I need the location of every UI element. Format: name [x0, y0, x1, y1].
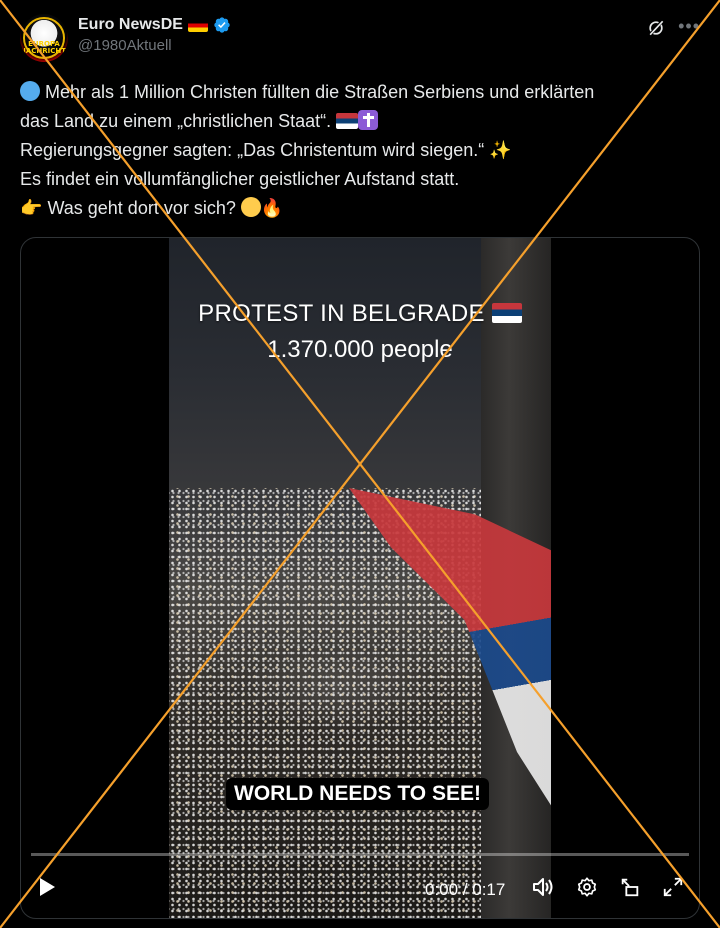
play-icon[interactable]: [37, 876, 57, 898]
more-icon[interactable]: •••: [678, 16, 700, 37]
post-line-4: Es findet ein vollumfänglicher geistlich…: [20, 169, 460, 189]
gear-icon[interactable]: [576, 876, 598, 898]
germany-flag-icon: [187, 18, 208, 32]
verified-badge-icon: [214, 17, 230, 33]
avatar[interactable]: EUROPA NACHRICHTEN: [20, 14, 68, 62]
grok-icon[interactable]: [646, 18, 666, 38]
cross-icon: [358, 110, 379, 130]
post-line-1: Mehr als 1 Million Christen füllten die …: [20, 78, 710, 107]
post-text: Mehr als 1 Million Christen füllten die …: [20, 78, 710, 223]
blue-circle-icon: [20, 81, 40, 101]
video-title: PROTEST IN BELGRADE: [169, 300, 551, 328]
avatar-text: EUROPA NACHRICHTEN: [20, 40, 68, 55]
picture-in-picture-icon[interactable]: [619, 876, 641, 898]
pointing-hand-icon: 👉: [20, 198, 43, 218]
handle[interactable]: @1980Aktuell: [78, 37, 231, 54]
progress-bar[interactable]: [31, 853, 689, 856]
volume-icon[interactable]: [531, 876, 555, 898]
author-info: Euro NewsDE @1980Aktuell: [78, 16, 231, 54]
display-name-text[interactable]: Euro NewsDE: [78, 16, 183, 34]
post-line-3: Regierungsgegner sagten: „Das Christentu…: [20, 140, 512, 160]
post-header: EUROPA NACHRICHTEN Euro NewsDE @1980Aktu…: [20, 14, 700, 64]
thinking-face-icon: [240, 197, 261, 217]
video-caption: WORLD NEEDS TO SEE!: [226, 778, 489, 810]
video-frame[interactable]: PROTEST IN BELGRADE 1.370.000 people WOR…: [169, 238, 551, 918]
video-subtitle: 1.370.000 people: [267, 336, 453, 363]
post-line-2: das Land zu einem „christlichen Staat“.: [20, 107, 710, 136]
fullscreen-icon[interactable]: [662, 876, 684, 898]
post-line-5: 👉 Was geht dort vor sich? 🔥: [20, 197, 284, 218]
display-name[interactable]: Euro NewsDE: [78, 16, 231, 34]
sparkles-icon: ✨: [489, 140, 512, 160]
serbia-flag-icon: [491, 303, 522, 323]
video-player[interactable]: PROTEST IN BELGRADE 1.370.000 people WOR…: [20, 237, 700, 919]
serbia-flag-icon: [336, 113, 359, 129]
video-time: 0:00 / 0:17: [425, 880, 506, 899]
video-controls: 0:00 / 0:17: [21, 868, 699, 908]
fire-icon: 🔥: [260, 198, 284, 218]
